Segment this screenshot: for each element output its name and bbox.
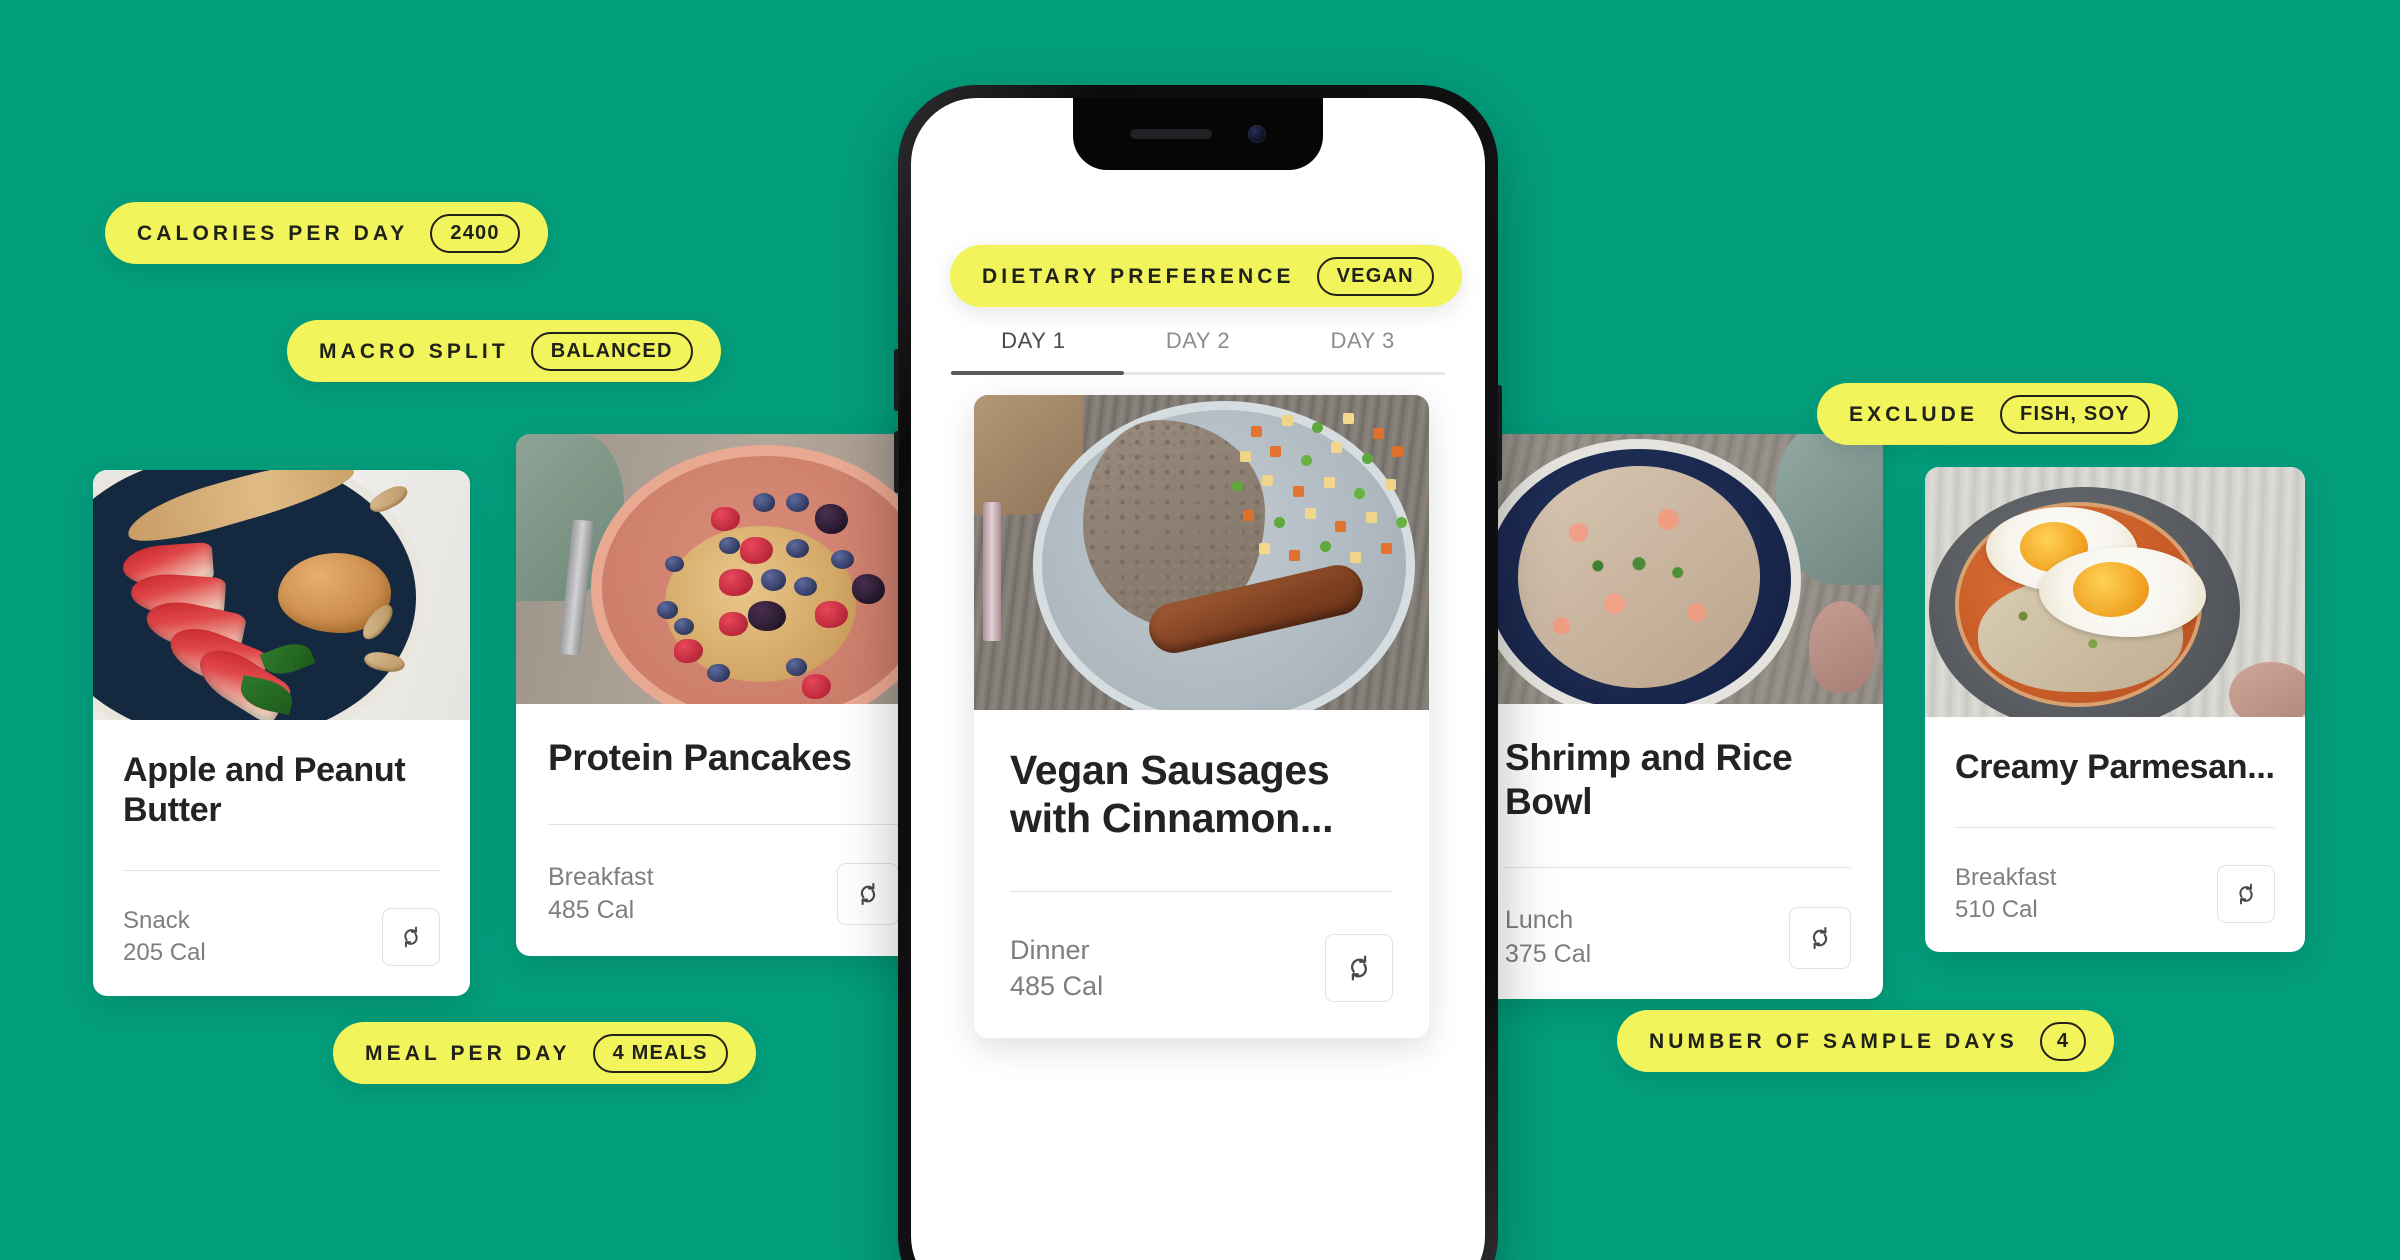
meal-calories: 485 Cal xyxy=(548,896,635,925)
meal-card-body: Shrimp and Rice Bowl Lunch 375 Cal xyxy=(1473,704,1883,999)
setting-value[interactable]: 4 MEALS xyxy=(592,1033,728,1073)
meal-card-footer: Breakfast 485 Cal xyxy=(548,861,899,928)
setting-label: MEAL PER DAY xyxy=(365,1041,571,1065)
day-tabs: DAY 1 DAY 2 DAY 3 xyxy=(911,328,1485,375)
refresh-swap-icon xyxy=(1342,951,1376,985)
setting-pill-macro-split[interactable]: MACRO SPLIT BALANCED xyxy=(287,320,721,382)
meal-card-footer: Dinner 485 Cal xyxy=(1010,932,1393,1004)
meal-type: Breakfast xyxy=(1955,864,2057,892)
divider xyxy=(1010,890,1393,892)
refresh-swap-icon xyxy=(1805,923,1835,953)
volume-up-button[interactable] xyxy=(894,349,899,411)
meal-card-body: Vegan Sausages with Cinnamon... Dinner 4… xyxy=(974,710,1429,1038)
speaker-grille-icon xyxy=(1130,129,1212,139)
tab-day-3[interactable]: DAY 3 xyxy=(1280,328,1445,375)
volume-down-button[interactable] xyxy=(894,431,899,493)
meal-card-vegan-sausages[interactable]: Vegan Sausages with Cinnamon... Dinner 4… xyxy=(974,395,1429,1039)
setting-value[interactable]: 4 xyxy=(2039,1021,2087,1061)
refresh-swap-icon xyxy=(397,923,425,951)
meal-calories: 375 Cal xyxy=(1505,939,1592,968)
meal-type: Breakfast xyxy=(548,862,654,891)
meal-title: Vegan Sausages with Cinnamon... xyxy=(1010,747,1334,842)
meal-meta: Dinner 485 Cal xyxy=(1010,932,1103,1004)
meal-title: Creamy Parmesan... xyxy=(1955,748,2275,786)
meal-card-footer: Lunch 375 Cal xyxy=(1505,904,1851,971)
meal-card-footer: Breakfast 510 Cal xyxy=(1955,862,2275,926)
phone-notch xyxy=(1073,98,1323,170)
meal-meta: Breakfast 485 Cal xyxy=(548,861,654,928)
meal-title: Protein Pancakes xyxy=(548,737,852,778)
divider xyxy=(548,823,899,825)
meal-title: Apple and Peanut Butter xyxy=(123,751,406,830)
setting-value[interactable]: FISH, SOY xyxy=(2000,394,2150,434)
meal-type: Lunch xyxy=(1505,906,1574,935)
meal-card-body: Creamy Parmesan... Breakfast 510 Cal xyxy=(1925,717,2305,952)
setting-pill-exclude[interactable]: EXCLUDE FISH, SOY xyxy=(1817,383,2178,445)
meal-card-body: Apple and Peanut Butter Snack 205 Cal xyxy=(93,720,470,996)
power-button[interactable] xyxy=(1497,385,1502,481)
setting-value[interactable]: VEGAN xyxy=(1316,256,1434,296)
meal-card-footer: Snack 205 Cal xyxy=(123,905,440,969)
meal-type: Snack xyxy=(123,907,190,935)
divider xyxy=(1955,827,2275,829)
meal-photo-shrimp-rice-bowl xyxy=(1473,434,1883,704)
meal-card-apple-peanut-butter[interactable]: Apple and Peanut Butter Snack 205 Cal xyxy=(93,470,470,996)
setting-label: CALORIES PER DAY xyxy=(137,221,409,245)
meal-meta: Snack 205 Cal xyxy=(123,905,206,969)
setting-value[interactable]: BALANCED xyxy=(530,331,693,371)
meal-calories: 485 Cal xyxy=(1010,970,1104,1001)
setting-label: NUMBER OF SAMPLE DAYS xyxy=(1649,1029,2018,1053)
divider xyxy=(123,870,440,872)
setting-pill-number-of-sample-days[interactable]: NUMBER OF SAMPLE DAYS 4 xyxy=(1617,1010,2115,1072)
swap-meal-button[interactable] xyxy=(1325,933,1393,1002)
meal-photo-creamy-parmesan xyxy=(1925,467,2305,717)
refresh-swap-icon xyxy=(2232,880,2260,908)
meal-meta: Breakfast 510 Cal xyxy=(1955,862,2056,926)
divider xyxy=(1505,867,1851,869)
meal-photo-apple-peanut-butter xyxy=(93,470,470,720)
meal-card-creamy-parmesan[interactable]: Creamy Parmesan... Breakfast 510 Cal xyxy=(1925,467,2305,953)
meal-photo-protein-pancakes xyxy=(516,434,931,704)
setting-pill-dietary-preference[interactable]: DIETARY PREFERENCE VEGAN xyxy=(950,245,1462,307)
design-stage: Apple and Peanut Butter Snack 205 Cal Pr… xyxy=(0,0,2400,1260)
tab-indicator xyxy=(951,371,1124,375)
refresh-swap-icon xyxy=(853,879,883,909)
meal-card-shrimp-rice-bowl[interactable]: Shrimp and Rice Bowl Lunch 375 Cal xyxy=(1473,434,1883,1000)
tab-day-1[interactable]: DAY 1 xyxy=(951,328,1116,375)
meal-meta: Lunch 375 Cal xyxy=(1505,904,1591,971)
meal-card-protein-pancakes[interactable]: Protein Pancakes Breakfast 485 Cal xyxy=(516,434,931,956)
setting-label: DIETARY PREFERENCE xyxy=(982,264,1295,288)
meal-type: Dinner xyxy=(1010,934,1090,965)
meal-calories: 205 Cal xyxy=(123,939,206,967)
setting-pill-meal-per-day[interactable]: MEAL PER DAY 4 MEALS xyxy=(333,1022,756,1084)
meal-calories: 510 Cal xyxy=(1955,896,2038,924)
setting-pill-calories-per-day[interactable]: CALORIES PER DAY 2400 xyxy=(105,202,548,264)
mixed-vegetables xyxy=(1224,408,1415,591)
meal-card-body: Protein Pancakes Breakfast 485 Cal xyxy=(516,704,931,956)
front-camera-icon xyxy=(1248,125,1266,143)
meal-photo-vegan-sausages xyxy=(974,395,1429,710)
swap-meal-button[interactable] xyxy=(1789,906,1851,969)
swap-meal-button[interactable] xyxy=(2217,865,2275,924)
swap-meal-button[interactable] xyxy=(837,863,899,926)
setting-label: EXCLUDE xyxy=(1849,402,1979,426)
swap-meal-button[interactable] xyxy=(382,908,440,967)
meal-title: Shrimp and Rice Bowl xyxy=(1505,737,1793,822)
setting-label: MACRO SPLIT xyxy=(319,339,509,363)
tab-day-2[interactable]: DAY 2 xyxy=(1116,328,1281,375)
setting-value[interactable]: 2400 xyxy=(430,213,520,253)
